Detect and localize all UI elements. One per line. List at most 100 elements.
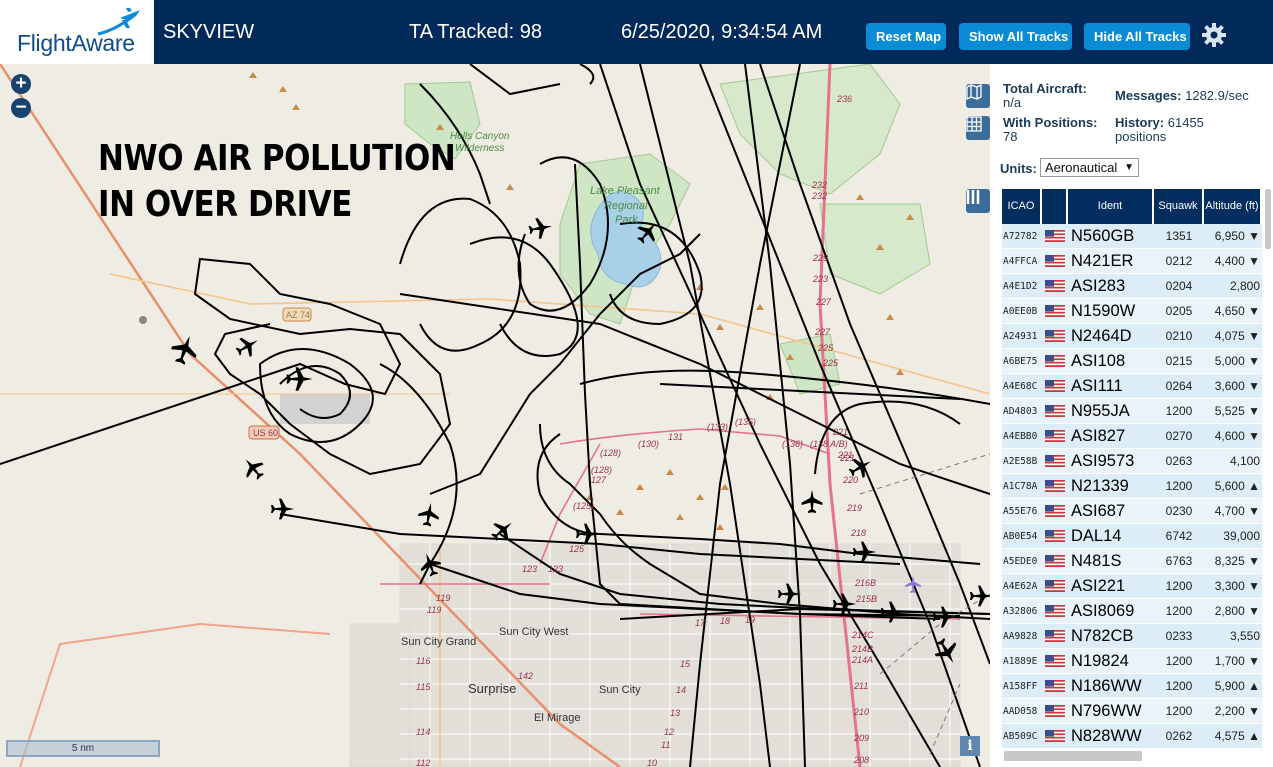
table-row[interactable]: A1C78A N21339 1200 5,600 ▲ xyxy=(1002,474,1262,499)
cell-altitude: 4,650 ▼ xyxy=(1204,304,1262,318)
table-row[interactable]: A2E58B ASI9573 0263 4,100 xyxy=(1002,449,1262,474)
aircraft-icon xyxy=(171,335,197,365)
gear-icon[interactable] xyxy=(1199,20,1229,50)
altitude-value: 4,100 xyxy=(1229,454,1260,468)
aircraft-icon xyxy=(528,218,553,239)
table-row[interactable]: A1889E N19824 1200 1,700 ▼ xyxy=(1002,649,1262,674)
flightaware-logo[interactable]: FlightAware xyxy=(0,0,157,64)
table-row[interactable]: A5EDE0 N481S 6763 8,325 ▼ xyxy=(1002,549,1262,574)
cell-squawk: 0212 xyxy=(1165,254,1193,268)
label-regional: Regional xyxy=(604,200,648,212)
units-value: Aeronautical xyxy=(1045,160,1118,175)
vertical-scrollbar[interactable] xyxy=(1265,189,1271,249)
route-label: 218 xyxy=(850,528,866,538)
table-row[interactable]: AAD058 N796WW 1200 2,200 ▼ xyxy=(1002,699,1262,724)
route-label: 123 xyxy=(522,564,537,574)
us-flag-icon xyxy=(1045,280,1065,292)
table-row[interactable]: A32806 ASI8069 1200 2,800 ▼ xyxy=(1002,599,1262,624)
cell-icao: A4FFCA xyxy=(1003,255,1038,267)
altitude-value: 5,000 xyxy=(1214,354,1245,368)
table-row[interactable]: A55E76 ASI687 0230 4,700 ▼ xyxy=(1002,499,1262,524)
table-row[interactable]: A4E62A ASI221 1200 3,300 ▼ xyxy=(1002,574,1262,599)
show-all-tracks-button[interactable]: Show All Tracks xyxy=(959,23,1072,50)
altitude-value: 3,300 xyxy=(1214,579,1245,593)
table-row[interactable]: A158FF N186WW 1200 5,900 ▲ xyxy=(1002,674,1262,699)
col-ident[interactable]: Ident xyxy=(1068,189,1154,224)
zoom-in-button[interactable]: + xyxy=(11,74,31,94)
route-label: 209 xyxy=(853,733,869,743)
cell-ident: N21339 xyxy=(1071,476,1129,495)
altitude-value: 5,900 xyxy=(1214,679,1245,693)
map-layers-button[interactable] xyxy=(966,84,990,108)
cell-ident: N421ER xyxy=(1071,251,1134,270)
route-label: (135) xyxy=(735,417,756,427)
route-label: 131 xyxy=(668,432,683,442)
altitude-trend-icon: ▲ xyxy=(1248,679,1260,693)
altitude-trend-icon: ▼ xyxy=(1248,329,1260,343)
route-label: 115 xyxy=(416,682,431,692)
altitude-trend-icon: ▼ xyxy=(1248,229,1260,243)
horizontal-scrollbar[interactable] xyxy=(1004,751,1142,761)
table-row[interactable]: AB509C N828WW 0262 4,575 ▲ xyxy=(1002,724,1262,749)
columns-toggle-button[interactable] xyxy=(966,189,990,213)
grid-toggle-button[interactable] xyxy=(966,116,990,140)
col-icao[interactable]: ICAO xyxy=(1002,189,1042,224)
col-altitude[interactable]: Altitude (ft) xyxy=(1204,189,1262,224)
info-button[interactable]: i xyxy=(960,736,980,756)
table-row[interactable]: A0EE0B N1590W 0205 4,650 ▼ xyxy=(1002,299,1262,324)
table-row[interactable]: AD4803 N955JA 1200 5,525 ▼ xyxy=(1002,399,1262,424)
altitude-trend-icon: ▼ xyxy=(1248,504,1260,518)
units-select[interactable]: Aeronautical ▼ xyxy=(1040,158,1139,177)
cell-ident: N560GB xyxy=(1071,226,1135,245)
cell-altitude: 4,600 ▼ xyxy=(1204,429,1262,443)
table-row[interactable]: A72782 N560GB 1351 6,950 ▼ xyxy=(1002,224,1262,249)
route-label: 210 xyxy=(853,707,869,717)
altitude-value: 5,600 xyxy=(1214,479,1245,493)
altitude-value: 6,950 xyxy=(1214,229,1245,243)
route-label: 15 xyxy=(680,659,691,669)
altitude-value: 4,700 xyxy=(1214,504,1245,518)
units-label: Units: xyxy=(1000,161,1037,176)
table-row[interactable]: A4E68C ASI111 0264 3,600 ▼ xyxy=(1002,374,1262,399)
map-view[interactable]: Hells Canyon Wilderness Lake Pleasant Re… xyxy=(0,64,990,767)
total-aircraft-stat: Total Aircraft: n/a xyxy=(1003,82,1087,110)
route-label: 127 xyxy=(591,475,607,485)
cell-flag xyxy=(1042,730,1068,742)
table-row[interactable]: A4E1D2 ASI283 0204 2,800 xyxy=(1002,274,1262,299)
cell-icao: A4EBB0 xyxy=(1003,430,1038,442)
altitude-value: 4,575 xyxy=(1214,729,1245,743)
current-datetime: 6/25/2020, 9:34:54 AM xyxy=(621,21,823,43)
us-flag-icon xyxy=(1045,480,1065,492)
label-hells-canyon: Hells Canyon xyxy=(450,131,510,142)
cell-squawk: 0230 xyxy=(1165,504,1193,518)
cell-squawk: 0270 xyxy=(1165,429,1193,443)
cell-altitude: 3,600 ▼ xyxy=(1204,379,1262,393)
col-flag[interactable] xyxy=(1042,189,1068,224)
us-flag-icon xyxy=(1045,630,1065,642)
table-row[interactable]: A6BE75 ASI108 0215 5,000 ▼ xyxy=(1002,349,1262,374)
cell-squawk: 0233 xyxy=(1165,629,1193,643)
table-row[interactable]: AB0E54 DAL14 6742 39,000 xyxy=(1002,524,1262,549)
reset-map-button[interactable]: Reset Map xyxy=(866,23,946,50)
top-header: FlightAware SKYVIEW TA Tracked: 98 6/25/… xyxy=(0,0,1273,64)
cell-squawk: 0210 xyxy=(1165,329,1193,343)
cell-altitude: 1,700 ▼ xyxy=(1204,654,1262,668)
aircraft-icon xyxy=(418,502,439,527)
col-squawk[interactable]: Squawk xyxy=(1154,189,1204,224)
cell-squawk: 0204 xyxy=(1165,279,1193,293)
route-label: 112 xyxy=(416,758,430,767)
table-row[interactable]: A4EBB0 ASI827 0270 4,600 ▼ xyxy=(1002,424,1262,449)
zoom-out-button[interactable]: − xyxy=(11,98,31,118)
aircraft-panel: Total Aircraft: n/a With Positions: 78 M… xyxy=(990,64,1273,767)
cell-altitude: 4,575 ▲ xyxy=(1204,729,1262,743)
cell-ident: ASI111 xyxy=(1071,376,1123,395)
table-row[interactable]: AA9828 N782CB 0233 3,550 xyxy=(1002,624,1262,649)
columns-icon xyxy=(966,190,980,204)
table-row[interactable]: A24931 N2464D 0210 4,075 ▼ xyxy=(1002,324,1262,349)
table-row[interactable]: A4FFCA N421ER 0212 4,400 ▼ xyxy=(1002,249,1262,274)
cell-altitude: 2,200 ▼ xyxy=(1204,704,1262,718)
hide-all-tracks-button[interactable]: Hide All Tracks xyxy=(1084,23,1190,50)
cell-flag xyxy=(1042,230,1068,242)
cell-ident: N955JA xyxy=(1071,401,1130,420)
total-aircraft-value: n/a xyxy=(1003,95,1022,110)
